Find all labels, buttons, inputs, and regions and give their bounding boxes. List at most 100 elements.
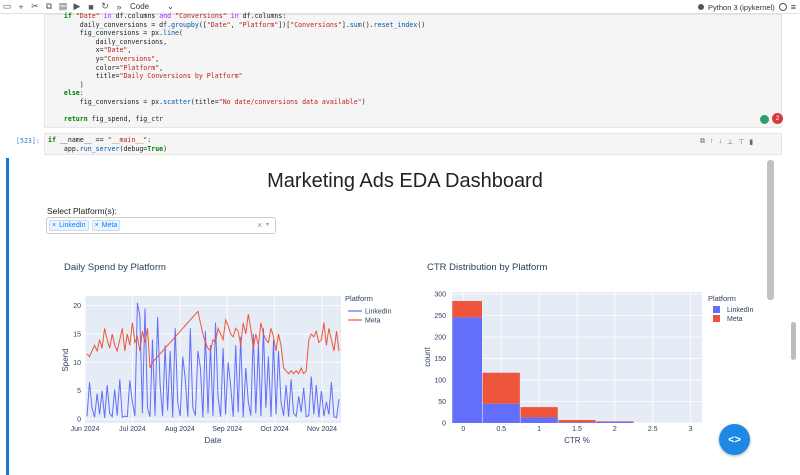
bar-meta[interactable] bbox=[520, 407, 558, 418]
legend-label[interactable]: Meta bbox=[365, 318, 381, 325]
chip-meta[interactable]: × Meta bbox=[91, 220, 121, 231]
code-line[interactable]: if __name__ == "__main__": bbox=[48, 136, 167, 145]
spend-legend-title: Platform bbox=[345, 294, 373, 303]
y-tick-label: 10 bbox=[73, 360, 81, 367]
code-line[interactable]: daily_conversions = df.groupby(["Date", … bbox=[48, 21, 426, 30]
legend-label[interactable]: LinkedIn bbox=[365, 309, 392, 316]
x-tick-label: Nov 2024 bbox=[307, 426, 337, 433]
code-line[interactable]: if "Date" in df.columns and "Conversions… bbox=[48, 12, 425, 21]
code-line[interactable]: fig_conversions = px.line( bbox=[48, 29, 425, 38]
legend-label[interactable]: LinkedIn bbox=[727, 307, 754, 314]
y-tick-label: 0 bbox=[77, 417, 81, 424]
code-cell-1-source[interactable]: if "Date" in df.columns and "Conversions… bbox=[48, 12, 425, 124]
move-up-icon[interactable]: ↑ bbox=[710, 138, 714, 146]
x-tick-label: Jun 2024 bbox=[71, 426, 100, 433]
cut-icon[interactable]: ✂ bbox=[28, 0, 42, 14]
y-tick-label: 250 bbox=[434, 313, 446, 320]
spend-y-label: Spend bbox=[61, 348, 70, 371]
y-tick-label: 100 bbox=[434, 378, 446, 385]
x-tick-label: 0.5 bbox=[496, 426, 506, 433]
code-line[interactable]: daily_conversions, bbox=[48, 38, 425, 47]
cell-type-select[interactable]: Code ⌄ bbox=[130, 2, 174, 11]
x-tick-label: Sep 2024 bbox=[212, 426, 242, 433]
page-scrollbar[interactable] bbox=[791, 322, 796, 360]
kernel-indicator[interactable]: Python 3 (ipykernel) ≡ bbox=[698, 0, 796, 14]
chevron-down-icon[interactable]: ▾ bbox=[266, 221, 269, 228]
add-cell-icon[interactable]: + bbox=[14, 0, 28, 14]
ctr-x-label: CTR % bbox=[564, 436, 590, 445]
ctr-chart-title: CTR Distribution by Platform bbox=[427, 262, 548, 273]
chip-linkedin[interactable]: × LinkedIn bbox=[49, 220, 89, 231]
chip-label: Meta bbox=[101, 222, 118, 229]
cell-type-value: Code bbox=[130, 2, 150, 11]
x-tick-label: 1 bbox=[537, 426, 541, 433]
y-tick-label: 300 bbox=[434, 292, 446, 299]
y-tick-label: 50 bbox=[438, 399, 446, 406]
code-line[interactable]: fig_conversions = px.scatter(title="No d… bbox=[48, 98, 425, 107]
x-tick-label: 2 bbox=[613, 426, 617, 433]
code-line[interactable]: else: bbox=[48, 89, 425, 98]
code-line[interactable]: color="Platform", bbox=[48, 64, 425, 73]
delete-icon[interactable]: ▮ bbox=[749, 138, 753, 146]
lightbulb-icon[interactable] bbox=[760, 115, 769, 124]
y-tick-label: 150 bbox=[434, 356, 446, 363]
x-tick-label: 3 bbox=[689, 426, 693, 433]
spend-x-label: Date bbox=[205, 436, 222, 445]
code-line[interactable] bbox=[48, 107, 425, 116]
code-line[interactable]: y="Conversions", bbox=[48, 55, 425, 64]
bar-linkedin[interactable] bbox=[482, 403, 520, 423]
bar-meta[interactable] bbox=[558, 419, 596, 423]
insert-above-icon[interactable]: ⊥ bbox=[727, 138, 733, 146]
chip-remove-icon[interactable]: × bbox=[52, 222, 56, 229]
bar-meta[interactable] bbox=[452, 301, 483, 318]
chip-label: LinkedIn bbox=[59, 222, 86, 229]
move-down-icon[interactable]: ↓ bbox=[719, 138, 723, 146]
code-line[interactable]: title="Daily Conversions by Platform" bbox=[48, 72, 425, 81]
kernel-name: Python 3 (ipykernel) bbox=[708, 2, 775, 12]
code-line[interactable]: x="Date", bbox=[48, 46, 425, 55]
x-tick-label: Aug 2024 bbox=[165, 426, 195, 433]
insert-below-icon[interactable]: ⊤ bbox=[738, 138, 744, 146]
bar-linkedin[interactable] bbox=[520, 417, 558, 423]
bar-linkedin[interactable] bbox=[558, 422, 596, 423]
ctr-legend-title: Platform bbox=[708, 294, 736, 303]
code-line[interactable]: app.run_server(debug=True) bbox=[48, 145, 167, 154]
menu-icon[interactable]: ≡ bbox=[791, 2, 796, 12]
legend-label[interactable]: Meta bbox=[727, 316, 743, 323]
x-tick-label: Oct 2024 bbox=[260, 426, 289, 433]
code-line[interactable]: ) bbox=[48, 81, 425, 90]
bar-linkedin[interactable] bbox=[596, 421, 634, 423]
bar-linkedin[interactable] bbox=[452, 317, 483, 423]
cell-toolbar: ⧉ ↑ ↓ ⊥ ⊤ ▮ bbox=[700, 138, 753, 146]
kernel-status-icon bbox=[698, 4, 705, 10]
x-tick-label: 1.5 bbox=[572, 426, 582, 433]
notification-badge[interactable]: 2 bbox=[772, 113, 783, 124]
y-tick-label: 20 bbox=[73, 303, 81, 310]
x-tick-label: 0 bbox=[461, 426, 465, 433]
y-tick-label: 200 bbox=[434, 335, 446, 342]
legend-swatch bbox=[713, 306, 720, 313]
code-cell-2-source[interactable]: if __name__ == "__main__": app.run_serve… bbox=[48, 136, 167, 153]
ctr-y-label: count bbox=[423, 346, 432, 366]
code-line[interactable]: return fig_spend, fig_ctr bbox=[48, 115, 425, 124]
x-tick-label: 2.5 bbox=[648, 426, 658, 433]
y-tick-label: 5 bbox=[77, 388, 81, 395]
platform-multiselect[interactable]: × LinkedIn × Meta bbox=[46, 217, 276, 234]
code-brackets-icon: <> bbox=[728, 433, 741, 446]
duplicate-icon[interactable]: ⧉ bbox=[700, 138, 705, 146]
chip-remove-icon[interactable]: × bbox=[95, 222, 99, 229]
dash-debug-button[interactable]: <> bbox=[719, 424, 750, 455]
legend-swatch bbox=[713, 315, 720, 322]
y-tick-label: 0 bbox=[442, 421, 446, 428]
cell-prompt: [523]: bbox=[16, 137, 40, 145]
chevron-down-icon: ⌄ bbox=[167, 2, 174, 11]
clear-selection-icon[interactable]: × bbox=[257, 220, 262, 230]
save-icon[interactable]: ▭ bbox=[0, 0, 14, 14]
spend-chart-title: Daily Spend by Platform bbox=[64, 262, 166, 273]
spend-line-chart[interactable]: Jun 2024 Jul 2024 Aug 2024 Sep 2024 Oct 2024… bbox=[0, 275, 400, 475]
platform-select-label: Select Platform(s): bbox=[47, 206, 117, 216]
x-tick-label: Jul 2024 bbox=[119, 426, 146, 433]
bar-meta[interactable] bbox=[482, 372, 520, 404]
dashboard-title: Marketing Ads EDA Dashboard bbox=[267, 170, 543, 192]
kernel-idle-icon bbox=[778, 3, 787, 11]
